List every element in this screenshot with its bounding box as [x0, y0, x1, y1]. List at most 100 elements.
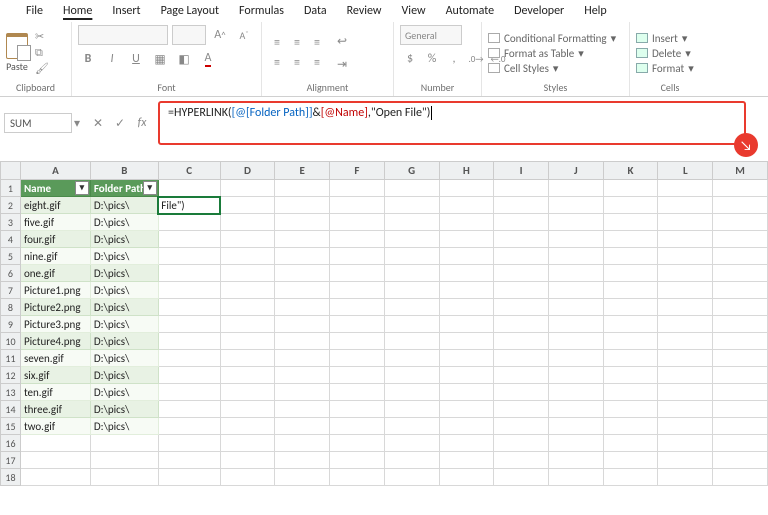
cell[interactable] — [548, 401, 603, 418]
cell[interactable] — [275, 367, 330, 384]
cell[interactable] — [494, 299, 549, 316]
row-header[interactable]: 15 — [1, 418, 21, 435]
fx-icon[interactable]: fx — [134, 116, 150, 131]
cell[interactable] — [658, 469, 713, 486]
delete-cells-button[interactable]: Delete▾ — [636, 47, 694, 60]
row-header[interactable]: 16 — [1, 435, 21, 452]
name-box[interactable]: SUM — [4, 113, 72, 133]
cell[interactable] — [713, 435, 768, 452]
copy-icon[interactable]: ⧉ — [35, 47, 49, 59]
cell[interactable] — [439, 418, 494, 435]
cell[interactable] — [494, 418, 549, 435]
format-painter-icon[interactable]: 🖌 — [35, 63, 49, 75]
cell[interactable] — [658, 180, 713, 197]
cell[interactable] — [220, 180, 275, 197]
cell[interactable] — [603, 180, 658, 197]
alignment-buttons[interactable]: ≡≡≡ ≡≡≡ — [268, 34, 326, 72]
cell[interactable] — [439, 265, 494, 282]
cell[interactable] — [658, 418, 713, 435]
cell[interactable] — [658, 435, 713, 452]
cell[interactable] — [384, 469, 439, 486]
cell[interactable] — [603, 452, 658, 469]
cell[interactable] — [713, 231, 768, 248]
menu-help[interactable]: Help — [574, 1, 617, 21]
cell[interactable] — [439, 214, 494, 231]
cell[interactable] — [439, 248, 494, 265]
cell[interactable] — [494, 367, 549, 384]
cell[interactable] — [158, 248, 220, 265]
cell[interactable] — [603, 265, 658, 282]
cell-path[interactable]: D:\pics\ — [90, 316, 158, 333]
cell[interactable] — [275, 333, 330, 350]
percent-icon[interactable]: % — [422, 49, 442, 69]
cell[interactable] — [439, 401, 494, 418]
cell[interactable] — [330, 350, 385, 367]
cell[interactable] — [494, 197, 549, 214]
cell[interactable] — [494, 435, 549, 452]
cell[interactable] — [220, 469, 275, 486]
cell[interactable] — [384, 384, 439, 401]
cell[interactable] — [603, 401, 658, 418]
cell[interactable] — [330, 231, 385, 248]
cell[interactable] — [548, 180, 603, 197]
cell-name[interactable]: three.gif — [20, 401, 90, 418]
cell[interactable] — [158, 367, 220, 384]
row-header[interactable]: 7 — [1, 282, 21, 299]
cell-path[interactable]: D:\pics\ — [90, 367, 158, 384]
table-header-path[interactable]: Folder Path▾ — [90, 180, 158, 197]
row-header[interactable]: 9 — [1, 316, 21, 333]
col-header-I[interactable]: I — [494, 162, 549, 180]
cell[interactable] — [603, 435, 658, 452]
cell[interactable] — [494, 265, 549, 282]
cell-path[interactable]: D:\pics\ — [90, 418, 158, 435]
cell-name[interactable]: nine.gif — [20, 248, 90, 265]
cell[interactable] — [220, 282, 275, 299]
cell-path[interactable]: D:\pics\ — [90, 333, 158, 350]
cell[interactable] — [603, 367, 658, 384]
cell[interactable] — [330, 180, 385, 197]
cell[interactable] — [330, 384, 385, 401]
decrease-font-icon[interactable]: Aˇ — [234, 25, 254, 45]
menu-insert[interactable]: Insert — [102, 1, 150, 21]
cell[interactable] — [384, 299, 439, 316]
underline-button[interactable]: U — [126, 49, 146, 69]
format-as-table-button[interactable]: Format as Table▾ — [488, 47, 616, 60]
cell[interactable] — [548, 350, 603, 367]
cell-name[interactable]: ten.gif — [20, 384, 90, 401]
col-header-C[interactable]: C — [158, 162, 220, 180]
cell[interactable] — [713, 180, 768, 197]
cell[interactable] — [275, 231, 330, 248]
cell[interactable] — [658, 248, 713, 265]
italic-button[interactable]: I — [102, 49, 122, 69]
cell[interactable] — [548, 418, 603, 435]
fill-color-icon[interactable]: ◧ — [174, 49, 194, 69]
cell[interactable] — [494, 316, 549, 333]
cell[interactable] — [384, 214, 439, 231]
filter-dropdown-icon[interactable]: ▾ — [143, 181, 157, 195]
menu-view[interactable]: View — [392, 1, 436, 21]
cell[interactable] — [439, 299, 494, 316]
cell[interactable] — [220, 367, 275, 384]
cell[interactable] — [220, 265, 275, 282]
cell[interactable] — [658, 316, 713, 333]
cell[interactable] — [330, 299, 385, 316]
col-header-H[interactable]: H — [439, 162, 494, 180]
font-name-select[interactable] — [78, 25, 168, 45]
format-cells-button[interactable]: Format▾ — [636, 62, 694, 75]
row-header[interactable]: 17 — [1, 452, 21, 469]
cell[interactable] — [713, 248, 768, 265]
namebox-dropdown-icon[interactable]: ▾ — [72, 116, 82, 131]
cell[interactable] — [603, 350, 658, 367]
cell[interactable] — [220, 197, 275, 214]
cell-name[interactable]: six.gif — [20, 367, 90, 384]
cell[interactable] — [158, 435, 220, 452]
cell[interactable] — [548, 231, 603, 248]
cell[interactable] — [275, 401, 330, 418]
cell[interactable] — [658, 401, 713, 418]
cell[interactable] — [603, 469, 658, 486]
cell[interactable] — [220, 214, 275, 231]
cell[interactable] — [275, 282, 330, 299]
cell[interactable] — [603, 231, 658, 248]
cell[interactable] — [603, 333, 658, 350]
cell[interactable] — [494, 282, 549, 299]
